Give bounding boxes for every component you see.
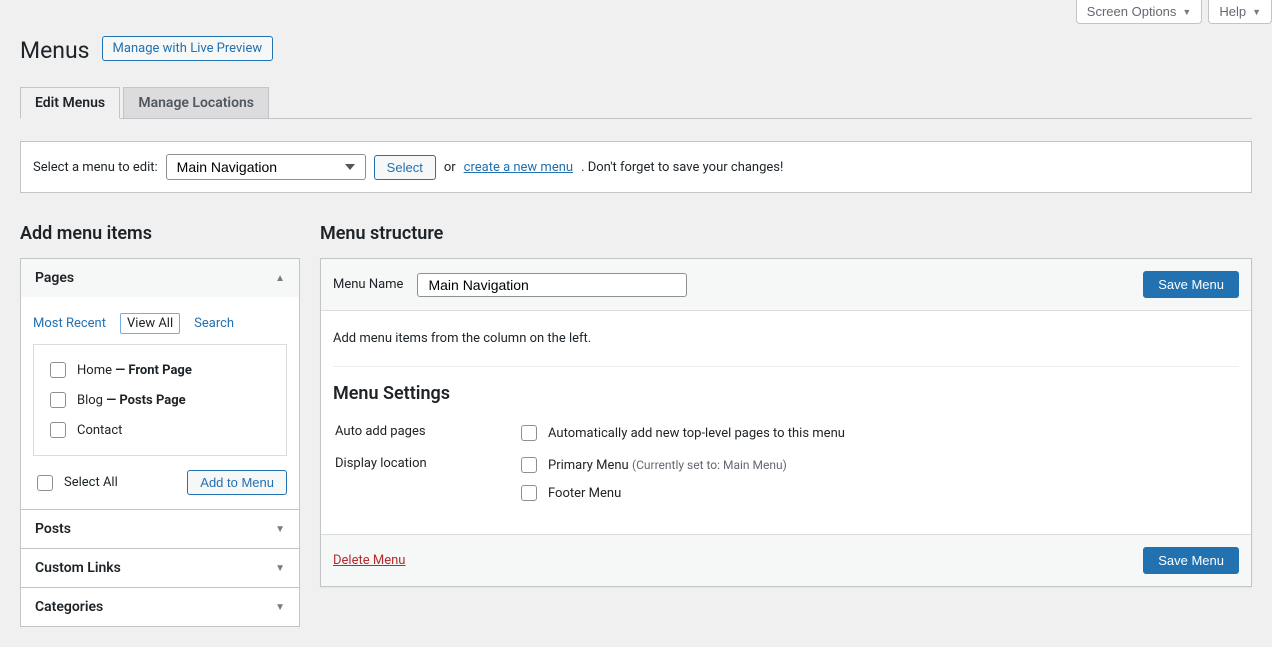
accordion-categories-title: Categories — [35, 599, 103, 615]
empty-menu-hint: Add menu items from the column on the le… — [333, 331, 1239, 346]
location-footer[interactable]: Footer Menu — [517, 482, 1237, 504]
save-menu-button-top[interactable]: Save Menu — [1143, 271, 1239, 298]
page-label: Home — [77, 363, 112, 378]
page-suffix: — Front Page — [112, 363, 192, 378]
accordion-posts: Posts ▼ — [21, 509, 299, 548]
menu-name-label: Menu Name — [333, 277, 403, 292]
location-primary[interactable]: Primary Menu (Currently set to: Main Men… — [517, 454, 1237, 476]
select-all-text: Select All — [64, 475, 118, 490]
chevron-up-icon: ▲ — [275, 273, 285, 284]
delete-menu-link[interactable]: Delete Menu — [333, 553, 405, 568]
pages-tab-view-all[interactable]: View All — [120, 313, 180, 334]
chevron-down-icon: ▼ — [1182, 7, 1191, 17]
location-primary-note: (Currently set to: Main Menu) — [632, 458, 787, 472]
menu-select-label: Select a menu to edit: — [33, 160, 158, 175]
chevron-down-icon: ▼ — [275, 563, 285, 574]
accordion-categories: Categories ▼ — [21, 587, 299, 626]
chevron-down-icon: ▼ — [275, 524, 285, 535]
menu-structure-heading: Menu structure — [320, 223, 1252, 244]
location-primary-checkbox[interactable] — [521, 457, 537, 473]
auto-add-option[interactable]: Automatically add new top-level pages to… — [517, 422, 1237, 444]
menu-name-input[interactable] — [417, 273, 687, 297]
pages-filter-tabs: Most Recent View All Search — [33, 313, 287, 334]
pages-list: Home — Front Page Blog — Posts Page Cont… — [33, 344, 287, 456]
divider — [333, 366, 1239, 367]
accordion-custom-links-header[interactable]: Custom Links ▼ — [21, 549, 299, 587]
select-all-checkbox[interactable] — [37, 475, 53, 491]
list-item[interactable]: Home — Front Page — [46, 355, 274, 385]
page-checkbox[interactable] — [50, 362, 66, 378]
page-checkbox[interactable] — [50, 422, 66, 438]
select-button[interactable]: Select — [374, 155, 436, 180]
screen-options-button[interactable]: Screen Options ▼ — [1076, 0, 1203, 24]
menu-edit-panel: Menu Name Save Menu Add menu items from … — [320, 258, 1252, 587]
auto-add-label: Auto add pages — [335, 418, 515, 448]
chevron-down-icon: ▼ — [275, 602, 285, 613]
screen-options-label: Screen Options — [1087, 4, 1177, 19]
nav-tabs: Edit Menus Manage Locations — [20, 86, 1252, 119]
location-footer-checkbox[interactable] — [521, 485, 537, 501]
create-new-menu-link[interactable]: create a new menu — [464, 160, 573, 175]
or-text: or — [444, 160, 456, 175]
list-item[interactable]: Contact — [46, 415, 274, 445]
tab-edit-menus[interactable]: Edit Menus — [20, 87, 120, 119]
page-label: Blog — [77, 393, 103, 408]
add-to-menu-button[interactable]: Add to Menu — [187, 470, 287, 495]
accordion-posts-title: Posts — [35, 521, 71, 537]
manage-live-preview-button[interactable]: Manage with Live Preview — [102, 36, 274, 61]
page-title: Menus — [20, 28, 90, 68]
display-location-label: Display location — [335, 450, 515, 508]
pages-tab-recent[interactable]: Most Recent — [33, 316, 106, 331]
list-item[interactable]: Blog — Posts Page — [46, 385, 274, 415]
help-label: Help — [1219, 4, 1246, 19]
page-label: Contact — [77, 423, 122, 438]
accordion-pages-title: Pages — [35, 270, 74, 286]
select-all-label[interactable]: Select All — [33, 472, 118, 494]
menu-settings-table: Auto add pages Automatically add new top… — [333, 416, 1239, 510]
auto-add-text: Automatically add new top-level pages to… — [548, 426, 845, 441]
accordion-custom-links-title: Custom Links — [35, 560, 121, 576]
page-checkbox[interactable] — [50, 392, 66, 408]
reminder-text: . Don't forget to save your changes! — [581, 160, 783, 175]
chevron-down-icon: ▼ — [1252, 7, 1261, 17]
add-menu-items-heading: Add menu items — [20, 223, 300, 244]
accordion-custom-links: Custom Links ▼ — [21, 548, 299, 587]
save-menu-button-bottom[interactable]: Save Menu — [1143, 547, 1239, 574]
add-items-accordion: Pages ▲ Most Recent View All Search H — [20, 258, 300, 627]
accordion-categories-header[interactable]: Categories ▼ — [21, 588, 299, 626]
pages-tab-search[interactable]: Search — [194, 316, 234, 331]
help-button[interactable]: Help ▼ — [1208, 0, 1272, 24]
location-primary-text: Primary Menu — [548, 458, 629, 473]
tab-manage-locations[interactable]: Manage Locations — [123, 87, 269, 118]
accordion-pages: Pages ▲ Most Recent View All Search H — [21, 259, 299, 509]
page-suffix: — Posts Page — [103, 393, 186, 408]
menu-select[interactable]: Main Navigation — [166, 154, 366, 180]
location-footer-text: Footer Menu — [548, 486, 621, 501]
menu-settings-heading: Menu Settings — [333, 383, 1239, 404]
accordion-posts-header[interactable]: Posts ▼ — [21, 510, 299, 548]
menu-select-row: Select a menu to edit: Main Navigation S… — [20, 141, 1252, 193]
accordion-pages-header[interactable]: Pages ▲ — [21, 259, 299, 297]
auto-add-checkbox[interactable] — [521, 425, 537, 441]
